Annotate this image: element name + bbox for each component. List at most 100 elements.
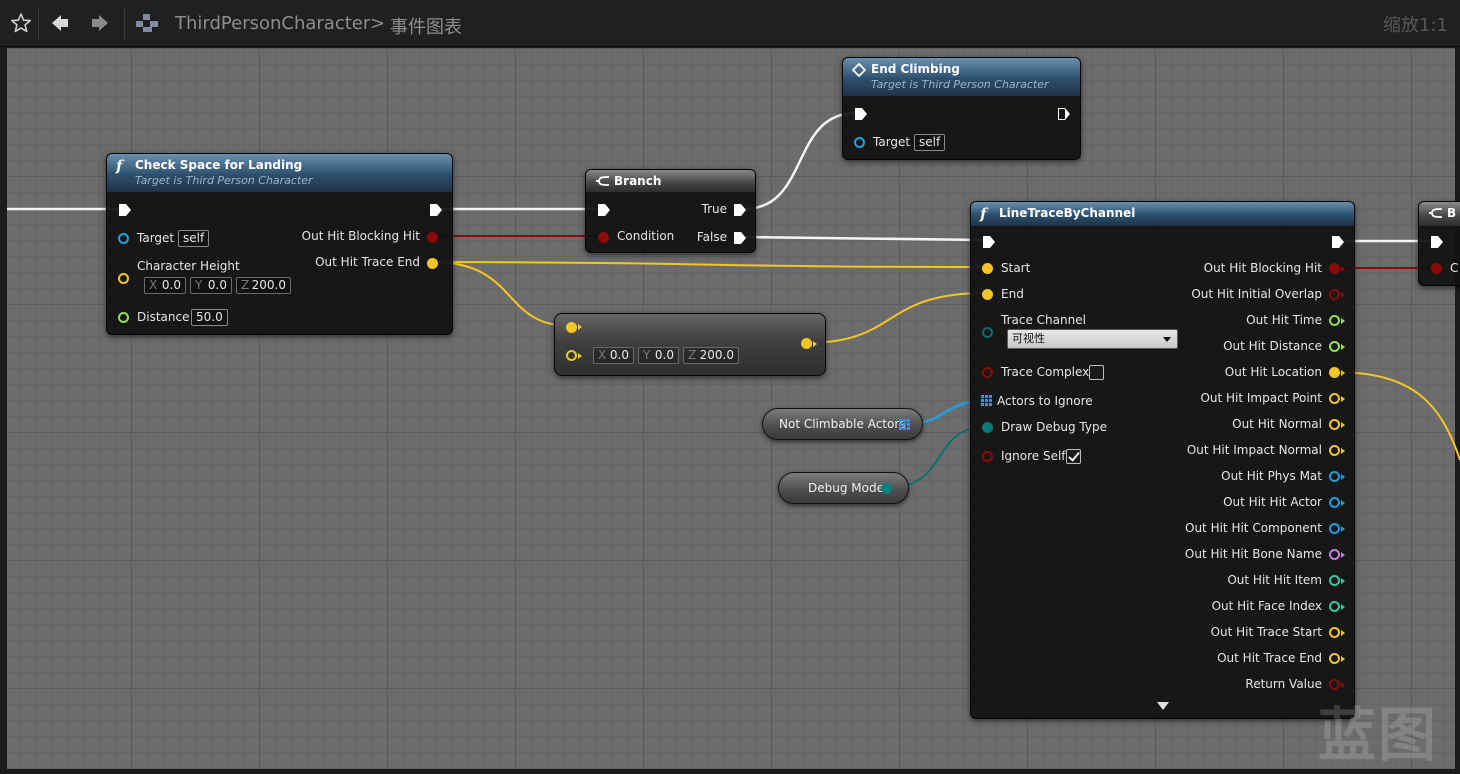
output-pin[interactable] xyxy=(1329,523,1340,534)
target-pin[interactable] xyxy=(854,137,865,148)
trace-channel-dropdown[interactable]: 可视性 xyxy=(1007,329,1178,349)
node-header: f LineTraceByChannel xyxy=(971,202,1354,226)
vector-out-pin[interactable] xyxy=(801,338,812,349)
vector-a-pin[interactable] xyxy=(566,322,577,333)
line-trace-by-channel-node[interactable]: f LineTraceByChannel Start End Trace Cha… xyxy=(970,201,1355,719)
end-climbing-node[interactable]: End Climbing Target is Third Person Char… xyxy=(842,57,1081,160)
output-pin[interactable] xyxy=(1329,367,1340,378)
output-pin[interactable] xyxy=(1329,575,1340,586)
vector-y-field[interactable]: Y 0.0 xyxy=(638,347,679,364)
out-hit-blocking-hit-label: Out Hit Blocking Hit xyxy=(301,229,420,243)
expand-advanced-icon[interactable] xyxy=(1157,702,1169,710)
pin-arrow xyxy=(1341,604,1345,610)
node-header: f Check Space for Landing Target is Thir… xyxy=(107,154,452,192)
output-pin[interactable] xyxy=(1329,263,1340,274)
breadcrumb-separator: > xyxy=(370,13,386,34)
out-hit-trace-end-label: Out Hit Trace End xyxy=(315,255,420,269)
distance-value-box[interactable]: 50.0 xyxy=(191,309,228,326)
not-climbable-actors-variable[interactable]: Not Climbable Actors xyxy=(762,408,923,440)
back-button[interactable] xyxy=(46,8,74,38)
ignore-self-checkbox[interactable] xyxy=(1066,449,1081,464)
toolbar-separator xyxy=(124,8,125,40)
draw-debug-type-pin[interactable] xyxy=(982,422,993,433)
trace-channel-label: Trace Channel xyxy=(1001,313,1086,327)
vector-x-field[interactable]: X 0.0 xyxy=(144,277,186,294)
output-pin[interactable] xyxy=(1329,393,1340,404)
chevron-down-icon xyxy=(1163,337,1171,342)
check-space-for-landing-node[interactable]: f Check Space for Landing Target is Thir… xyxy=(106,153,453,335)
output-label: Out Hit Trace Start xyxy=(1210,625,1322,639)
node-title: End Climbing xyxy=(871,62,960,76)
arrow-left-icon xyxy=(52,15,68,31)
pin-arrow xyxy=(578,324,582,330)
output-pin[interactable] xyxy=(1329,549,1340,560)
forward-button[interactable] xyxy=(86,8,114,38)
output-label: Out Hit Time xyxy=(1246,313,1322,327)
output-pin[interactable] xyxy=(1329,341,1340,352)
actors-to-ignore-array-pin[interactable] xyxy=(981,395,992,406)
axis-y-label: Y xyxy=(195,278,203,292)
vector-add-node[interactable]: X 0.0 Y 0.0 Z 200.0 xyxy=(554,313,826,376)
offscreen-node[interactable]: B C xyxy=(1418,201,1460,286)
target-value-box[interactable]: self xyxy=(178,230,210,247)
node-subtitle: Target is Third Person Character xyxy=(135,174,313,187)
breadcrumb-page[interactable]: 事件图表 xyxy=(390,13,462,39)
output-label: Out Hit Impact Normal xyxy=(1186,443,1322,457)
output-pin[interactable] xyxy=(1329,653,1340,664)
output-pin[interactable] xyxy=(1329,471,1340,482)
axis-y-value: 0.0 xyxy=(654,348,674,362)
output-pin[interactable] xyxy=(1329,315,1340,326)
node-title: LineTraceByChannel xyxy=(999,206,1136,220)
trace-complex-checkbox[interactable] xyxy=(1089,365,1104,380)
trace-complex-pin[interactable] xyxy=(982,367,993,378)
true-label: True xyxy=(701,202,728,216)
node-subtitle: Target is Third Person Character xyxy=(871,78,1049,91)
output-pin[interactable] xyxy=(1329,627,1340,638)
array-grid-icon[interactable] xyxy=(899,419,910,430)
start-label: Start xyxy=(1001,261,1031,275)
end-pin[interactable] xyxy=(982,289,993,300)
node-title: B xyxy=(1447,206,1457,220)
vector-b-pin[interactable] xyxy=(566,350,577,361)
ignore-self-pin[interactable] xyxy=(982,451,993,462)
output-label: Out Hit Hit Item xyxy=(1227,573,1322,587)
breadcrumb-graph[interactable]: ThirdPersonCharacter xyxy=(175,13,370,34)
vector-z-field[interactable]: Z 200.0 xyxy=(683,347,739,364)
axis-x-label: X xyxy=(598,348,607,362)
axis-x-value: 0.0 xyxy=(161,278,181,292)
distance-pin[interactable] xyxy=(118,312,129,323)
target-pin[interactable] xyxy=(118,233,129,244)
out-hit-blocking-hit-pin[interactable] xyxy=(427,232,438,243)
condition-pin[interactable] xyxy=(598,232,609,243)
start-pin[interactable] xyxy=(982,263,993,274)
output-pin[interactable] xyxy=(1329,419,1340,430)
vector-z-field[interactable]: Z 200.0 xyxy=(236,277,291,294)
output-pin[interactable] xyxy=(1329,601,1340,612)
pin-arrow xyxy=(1341,526,1345,532)
trace-channel-pin[interactable] xyxy=(982,327,993,338)
blueprint-graph-icon-button xyxy=(134,8,162,38)
condition-pin[interactable] xyxy=(1431,263,1442,274)
vector-x-field[interactable]: X 0.0 xyxy=(593,347,634,364)
node-header: B xyxy=(1419,202,1460,226)
output-pin[interactable] xyxy=(1329,445,1340,456)
pin-arrow xyxy=(1341,656,1345,662)
branch-node[interactable]: Branch Condition True False xyxy=(585,169,756,253)
pin-arrow xyxy=(1341,344,1345,350)
pin-arrow xyxy=(1341,448,1345,454)
character-height-pin[interactable] xyxy=(118,273,129,284)
debug-mode-out-pin[interactable] xyxy=(881,483,892,494)
target-label: Target xyxy=(137,231,175,245)
out-hit-trace-end-pin[interactable] xyxy=(427,258,438,269)
output-pin[interactable] xyxy=(1329,497,1340,508)
arrow-right-icon xyxy=(92,15,108,31)
vector-y-field[interactable]: Y 0.0 xyxy=(190,277,232,294)
toolbar-separator xyxy=(38,8,39,40)
output-pin[interactable] xyxy=(1329,289,1340,300)
pin-arrow xyxy=(1341,474,1345,480)
pin-arrow xyxy=(1341,396,1345,402)
favorite-star-button[interactable] xyxy=(7,8,35,38)
pin-arrow xyxy=(1341,500,1345,506)
debug-mode-variable[interactable]: Debug Mode xyxy=(778,472,909,504)
target-value-box[interactable]: self xyxy=(914,134,946,151)
